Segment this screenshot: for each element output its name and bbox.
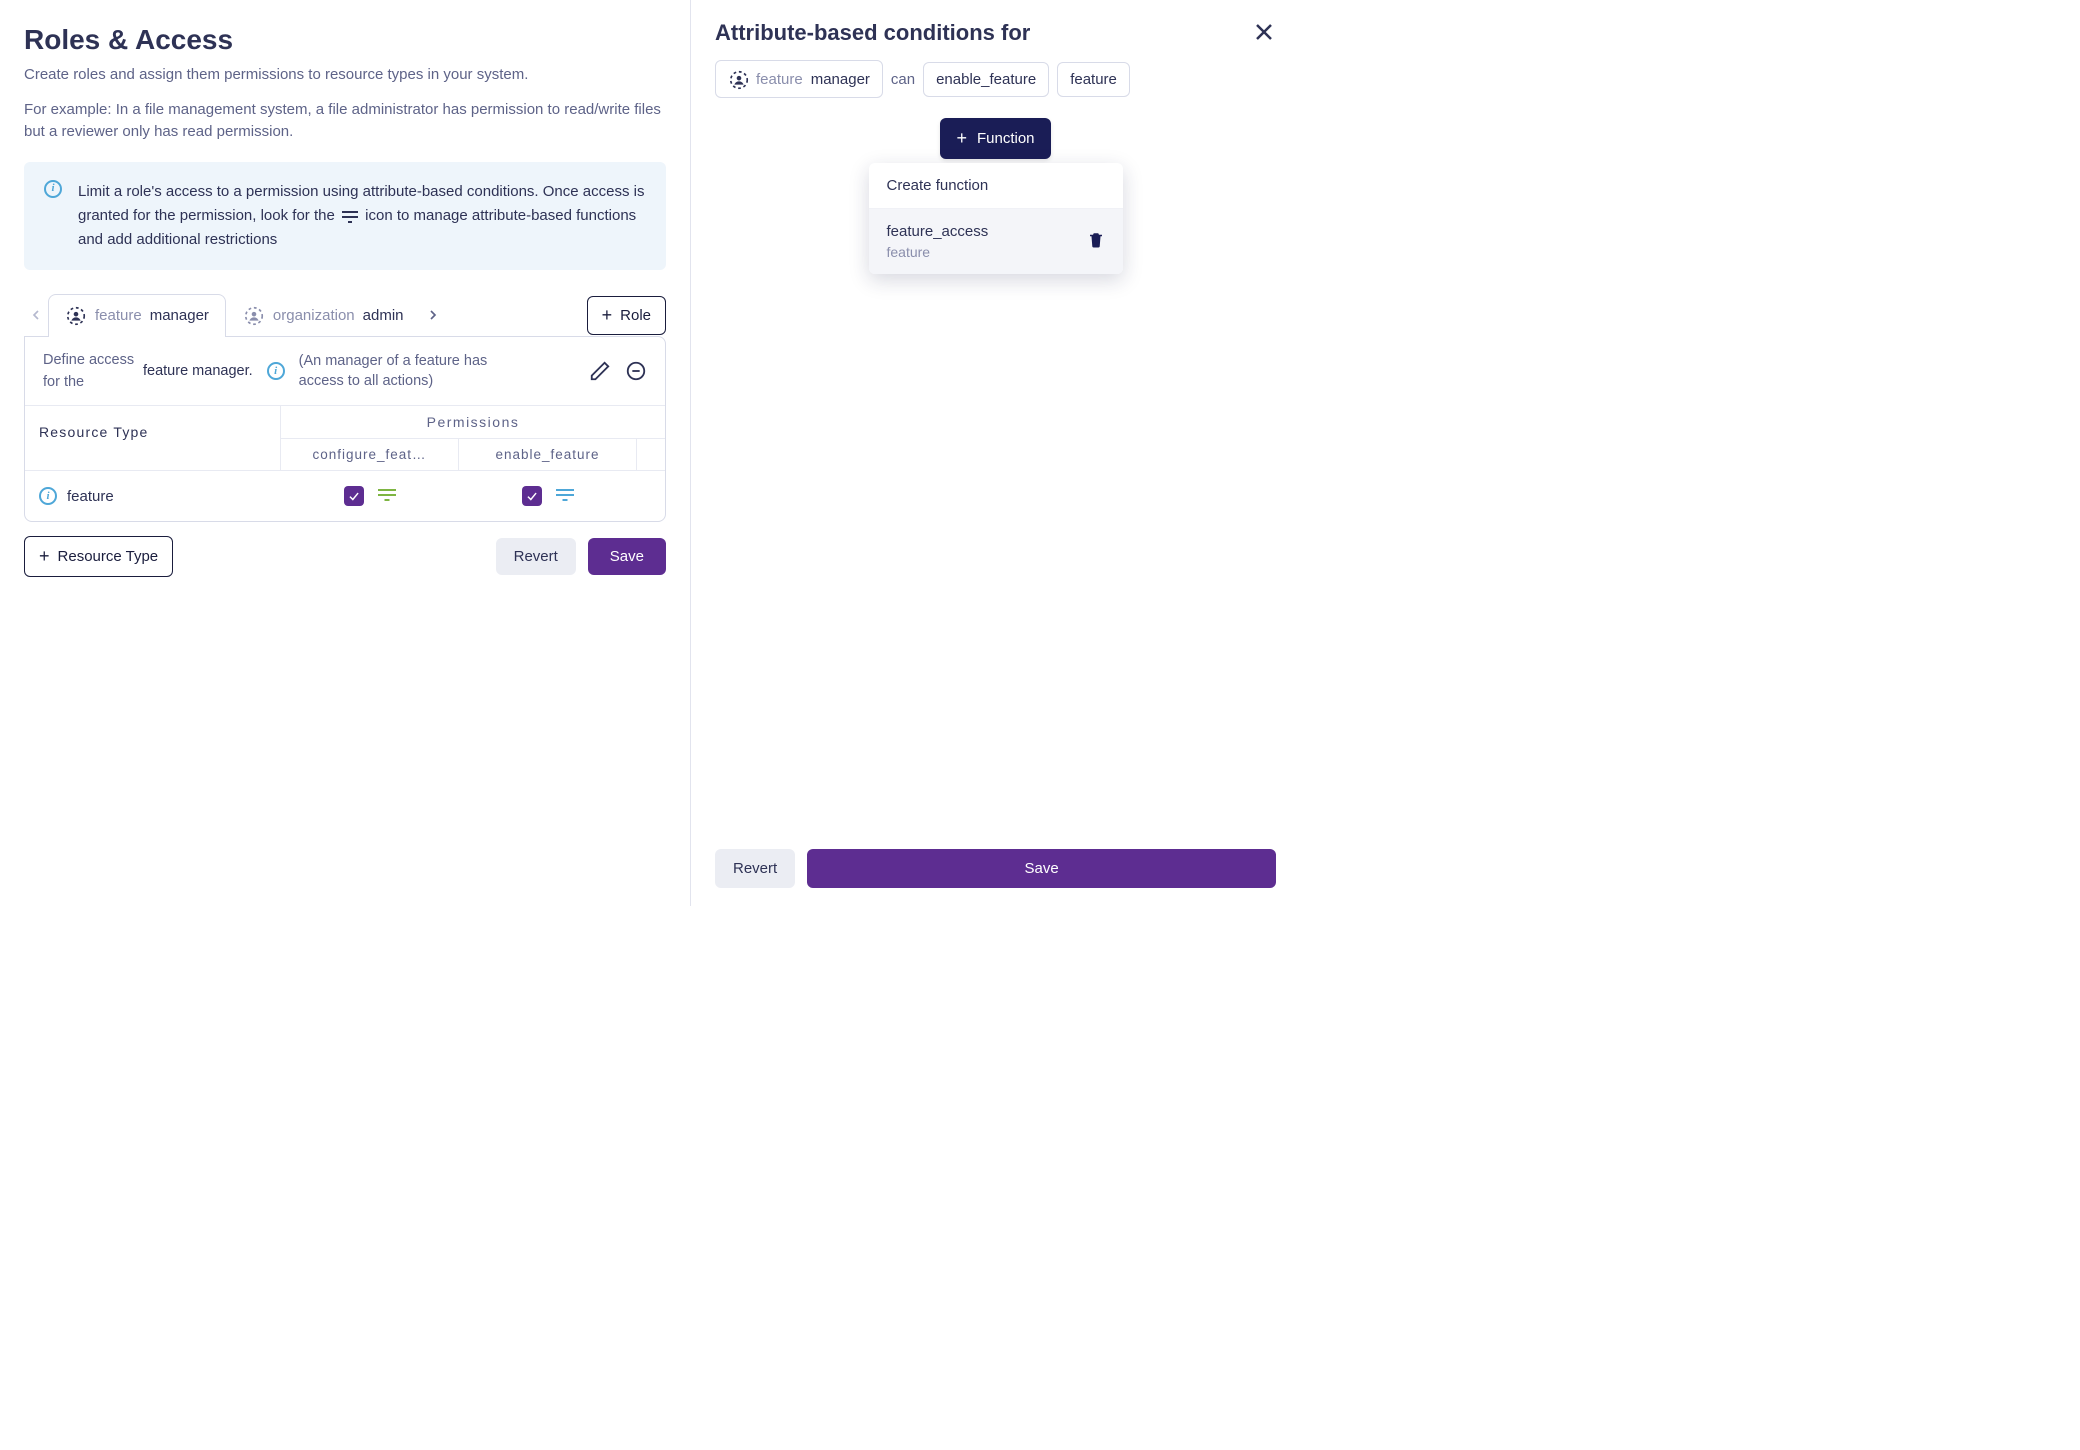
add-function-button[interactable]: + Function: [940, 118, 1050, 159]
add-role-button[interactable]: + Role: [587, 296, 666, 335]
page-description-2: For example: In a file management system…: [24, 99, 666, 144]
define-hint: (An manager of a feature has access to a…: [299, 351, 489, 392]
add-resource-type-button[interactable]: + Resource Type: [24, 536, 173, 577]
perm-col-extra: [637, 439, 665, 470]
side-panel-footer: Revert Save: [691, 835, 1300, 906]
role-definition-panel: Define access for the feature manager. i…: [24, 336, 666, 523]
page-description-1: Create roles and assign them permissions…: [24, 64, 666, 87]
info-icon: i: [267, 362, 285, 380]
perm-col-enable: enable_feature: [459, 439, 637, 470]
chip-role[interactable]: feature manager: [715, 60, 883, 98]
page-title: Roles & Access: [24, 24, 666, 56]
plus-icon: +: [39, 546, 50, 567]
add-function-label: Function: [977, 130, 1035, 147]
info-icon[interactable]: i: [39, 487, 57, 505]
tab-scroll-left[interactable]: [24, 307, 48, 323]
chip-resource-label: feature: [1070, 71, 1117, 88]
role-icon: [243, 305, 265, 327]
revert-button[interactable]: Revert: [496, 538, 576, 575]
role-header: Define access for the feature manager. i…: [25, 337, 665, 407]
chip-resource[interactable]: feature: [1057, 62, 1130, 97]
left-footer: + Resource Type Revert Save: [24, 536, 666, 577]
roles-access-panel: Roles & Access Create roles and assign t…: [0, 0, 690, 906]
word-can: can: [891, 71, 915, 88]
role-icon: [728, 69, 748, 89]
abac-filter-icon[interactable]: [378, 488, 396, 504]
resource-name: feature: [67, 488, 114, 505]
condition-chips: feature manager can enable_feature featu…: [715, 60, 1276, 98]
col-permissions: Permissions: [281, 406, 665, 439]
add-role-label: Role: [620, 307, 651, 324]
plus-icon: +: [602, 305, 613, 326]
role-icon: [65, 305, 87, 327]
chip-role-suffix: manager: [811, 71, 870, 88]
perm-col-configure: configure_feat…: [281, 439, 459, 470]
side-revert-button[interactable]: Revert: [715, 849, 795, 888]
close-icon[interactable]: [1252, 20, 1276, 44]
function-subtitle: feature: [887, 244, 989, 260]
role-tabs: feature manager organization admin + Rol…: [24, 294, 666, 337]
filter-icon: [341, 211, 359, 225]
table-row: i feature: [25, 471, 665, 521]
side-panel-title: Attribute-based conditions for: [715, 20, 1276, 46]
add-resource-label: Resource Type: [58, 548, 159, 565]
side-save-button[interactable]: Save: [807, 849, 1276, 888]
tab-feature-manager[interactable]: feature manager: [48, 294, 226, 337]
function-dropdown: Create function feature_access feature: [869, 163, 1123, 274]
plus-icon: +: [956, 128, 967, 149]
save-button[interactable]: Save: [588, 538, 666, 575]
col-resource-type: Resource Type: [25, 406, 281, 470]
chip-action[interactable]: enable_feature: [923, 62, 1049, 97]
tab-label-suffix: manager: [150, 307, 209, 324]
tab-scroll-right[interactable]: [421, 307, 445, 323]
chip-action-label: enable_feature: [936, 71, 1036, 88]
chip-role-prefix: feature: [756, 71, 803, 88]
define-prefix: Define access for the: [43, 352, 134, 390]
remove-icon[interactable]: [625, 360, 647, 382]
permissions-table: Resource Type Permissions configure_feat…: [25, 406, 665, 521]
tab-label-prefix: feature: [95, 307, 142, 324]
edit-icon[interactable]: [589, 360, 611, 382]
tab-organization-admin[interactable]: organization admin: [226, 294, 421, 337]
info-callout: i Limit a role's access to a permission …: [24, 162, 666, 270]
define-role-name: feature manager.: [143, 363, 253, 379]
function-name: feature_access: [887, 223, 989, 240]
abac-filter-icon[interactable]: [556, 488, 574, 504]
tab-label-suffix: admin: [363, 307, 404, 324]
info-icon: i: [44, 180, 62, 198]
function-option-feature-access[interactable]: feature_access feature: [869, 209, 1123, 274]
permission-checkbox-configure[interactable]: [344, 486, 364, 506]
abac-side-panel: Attribute-based conditions for feature m…: [690, 0, 1300, 906]
tab-label-prefix: organization: [273, 307, 355, 324]
create-function-option[interactable]: Create function: [869, 163, 1123, 209]
permission-checkbox-enable[interactable]: [522, 486, 542, 506]
trash-icon[interactable]: [1087, 231, 1105, 253]
